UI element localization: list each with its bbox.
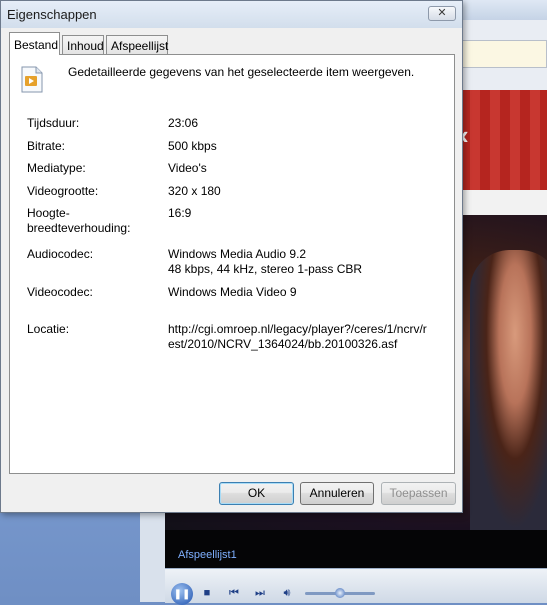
video-top-banner: ‹ <box>460 90 547 190</box>
cancel-button[interactable]: Annuleren <box>300 482 374 505</box>
stop-icon[interactable]: ■ <box>202 587 212 599</box>
media-file-icon <box>21 66 43 93</box>
tab-panel: Gedetailleerde gegevens van het geselect… <box>9 54 455 474</box>
property-value: 23:06 <box>168 116 199 130</box>
property-value: 500 kbps <box>168 139 217 153</box>
property-value: Windows Media Audio 9.2 48 kbps, 44 kHz,… <box>168 247 443 277</box>
tab-afspeellijst[interactable]: Afspeellijst <box>106 35 168 54</box>
property-value: Video's <box>168 161 207 175</box>
tab-bestand[interactable]: Bestand <box>9 32 60 55</box>
previous-icon[interactable]: ⏮ <box>227 587 241 599</box>
property-label: Tijdsduur: <box>27 116 80 130</box>
apply-button[interactable]: Toepassen <box>381 482 456 505</box>
close-icon[interactable]: ✕ <box>428 6 456 21</box>
property-value-line: est/2010/NCRV_1364024/bb.20100326.asf <box>168 337 398 351</box>
location-value[interactable]: http://cgi.omroep.nl/legacy/player?/cere… <box>168 322 443 352</box>
property-label: Locatie: <box>27 322 70 336</box>
property-value-line: http://cgi.omroep.nl/legacy/player?/cere… <box>168 322 427 336</box>
property-label: Mediatype: <box>27 161 86 175</box>
player-controls: ❚❚ ■ ⏮ ⏭ 🔊︎ <box>165 568 547 605</box>
playlist-label[interactable]: Afspeellijst1 <box>178 549 237 561</box>
dialog-title: Eigenschappen <box>7 7 97 22</box>
property-label: Audiocodec: <box>27 247 94 261</box>
video-band <box>460 190 547 215</box>
property-label-line: Hoogte- <box>27 206 70 220</box>
property-label: Bitrate: <box>27 139 66 153</box>
volume-knob[interactable] <box>335 588 345 598</box>
property-value-line: 48 kbps, 44 kHz, stereo 1-pass CBR <box>168 262 363 276</box>
panel-description: Gedetailleerde gegevens van het geselect… <box>68 65 415 79</box>
ok-button[interactable]: OK <box>219 482 294 505</box>
dialog-titlebar: Eigenschappen <box>1 1 462 28</box>
property-label-line: breedteverhouding: <box>27 221 131 235</box>
property-value: Windows Media Video 9 <box>168 285 297 299</box>
video-presenter-image <box>470 250 547 530</box>
property-label: Videogrootte: <box>27 184 99 198</box>
property-label: Videocodec: <box>27 285 93 299</box>
next-icon[interactable]: ⏭ <box>253 587 267 599</box>
volume-slider[interactable] <box>305 588 375 598</box>
volume-icon[interactable]: 🔊︎ <box>279 586 295 600</box>
property-value: 16:9 <box>168 206 192 220</box>
properties-dialog: Eigenschappen ✕ Bestand Inhoud Afspeelli… <box>0 0 463 513</box>
tab-inhoud[interactable]: Inhoud <box>62 35 104 54</box>
property-value: 320 x 180 <box>168 184 221 198</box>
property-value-line: Windows Media Audio 9.2 <box>168 247 307 261</box>
property-label: Hoogte- breedteverhouding: <box>27 206 157 236</box>
